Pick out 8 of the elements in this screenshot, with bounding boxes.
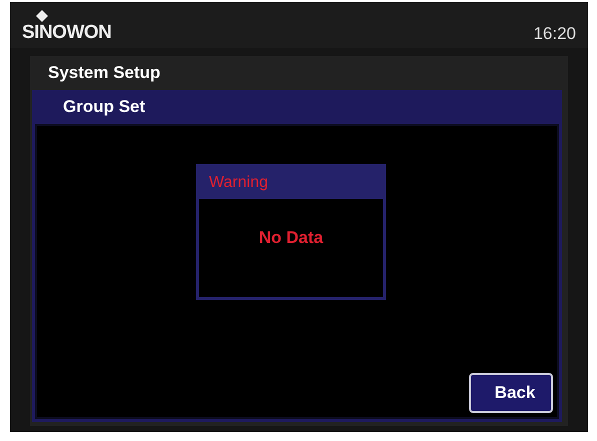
panel-title: System Setup (47, 62, 162, 84)
dialog-title: Warning (208, 173, 269, 193)
logo: SINOWON (22, 23, 112, 42)
diamond-icon (36, 10, 48, 22)
warning-message: No Data (258, 227, 324, 249)
clock-time: 16:20 (533, 25, 576, 42)
back-button[interactable]: Back (469, 373, 553, 413)
section-title: Group Set (62, 96, 146, 118)
